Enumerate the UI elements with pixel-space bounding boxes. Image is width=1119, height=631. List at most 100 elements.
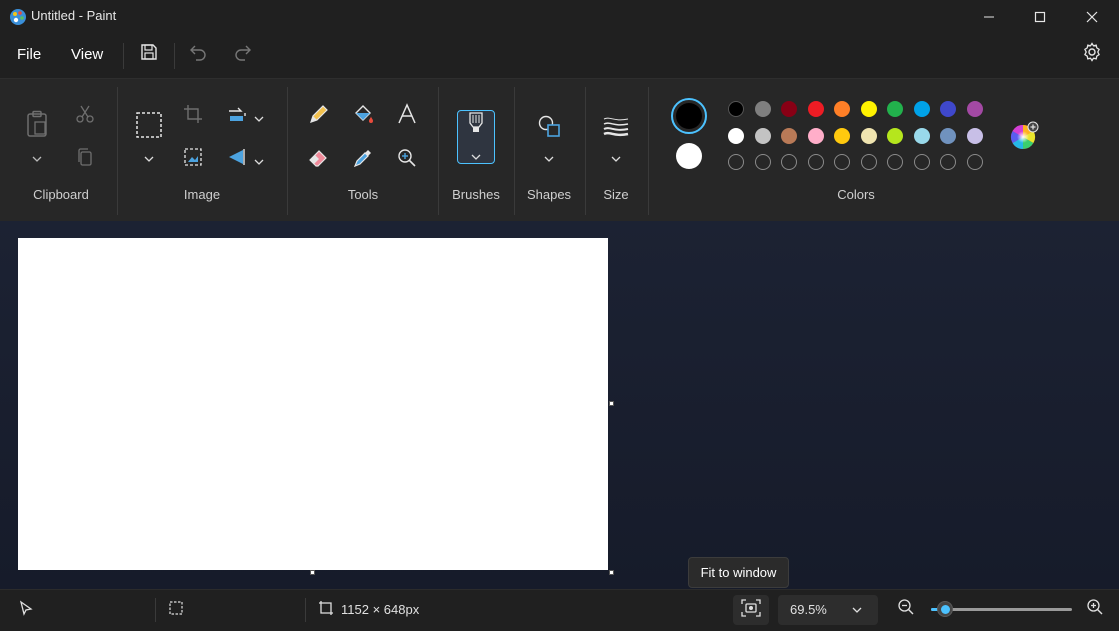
chevron-down-icon — [544, 147, 554, 166]
size-button[interactable] — [602, 115, 630, 141]
custom-color-slot[interactable] — [834, 154, 850, 170]
select-button[interactable] — [135, 112, 163, 141]
brushes-button[interactable] — [457, 110, 495, 164]
palette-swatch[interactable] — [940, 101, 956, 117]
window-title: Untitled - Paint — [31, 8, 117, 23]
ribbon-divider — [438, 87, 439, 215]
chevron-down-icon — [471, 145, 481, 164]
chevron-down-icon — [254, 150, 264, 169]
zoom-slider[interactable] — [931, 601, 1072, 617]
ribbon-divider — [648, 87, 649, 215]
size-dropdown[interactable] — [608, 148, 624, 164]
paint-palette-icon — [9, 8, 27, 26]
redo-button[interactable] — [230, 42, 254, 66]
view-menu[interactable]: View — [71, 46, 103, 63]
minimize-icon — [983, 8, 995, 27]
settings-button[interactable] — [1080, 42, 1104, 66]
shapes-dropdown[interactable] — [541, 148, 557, 164]
cut-button[interactable] — [74, 105, 96, 127]
palette-swatch[interactable] — [728, 101, 744, 117]
primary-color-button[interactable] — [671, 98, 707, 134]
crop-icon — [183, 104, 203, 128]
edit-colors-button[interactable] — [1009, 121, 1039, 153]
custom-color-slot[interactable] — [887, 154, 903, 170]
zoom-slider-thumb[interactable] — [937, 601, 954, 617]
custom-color-slot[interactable] — [781, 154, 797, 170]
copy-button[interactable] — [74, 148, 96, 170]
save-button[interactable] — [137, 42, 161, 66]
flip-button[interactable] — [226, 148, 248, 170]
custom-color-slot[interactable] — [860, 154, 877, 170]
close-button[interactable] — [1066, 0, 1118, 34]
zoom-level-dropdown[interactable]: 69.5% — [778, 595, 878, 625]
ribbon-divider — [514, 87, 515, 215]
copy-icon — [75, 147, 95, 171]
text-tool[interactable] — [395, 103, 419, 128]
file-menu[interactable]: File — [17, 46, 41, 63]
palette-swatch[interactable] — [807, 127, 824, 144]
custom-color-slot[interactable] — [940, 154, 956, 170]
palette-swatch[interactable] — [887, 127, 903, 144]
shapes-icon — [537, 114, 561, 142]
status-divider — [305, 598, 306, 622]
palette-swatch[interactable] — [913, 101, 930, 117]
flip-icon — [227, 147, 247, 171]
zoom-out-button[interactable] — [896, 599, 916, 619]
magnifier-tool[interactable] — [395, 148, 419, 172]
palette-swatch[interactable] — [834, 101, 850, 117]
pencil-tool[interactable] — [307, 104, 331, 128]
chevron-down-icon — [850, 604, 864, 616]
flip-dropdown[interactable] — [253, 153, 265, 165]
primary-color-swatch — [676, 103, 702, 129]
crop-button[interactable] — [182, 105, 204, 127]
palette-swatch[interactable] — [966, 127, 983, 144]
resize-button[interactable] — [182, 148, 204, 170]
redo-icon — [232, 42, 252, 66]
palette-swatch[interactable] — [781, 101, 797, 117]
palette-swatch[interactable] — [807, 101, 824, 117]
palette-swatch[interactable] — [860, 101, 877, 117]
group-label-size: Size — [603, 187, 629, 202]
canvas-size-indicator — [317, 601, 335, 619]
palette-swatch[interactable] — [913, 127, 930, 144]
select-dropdown[interactable] — [141, 148, 157, 164]
custom-color-slot[interactable] — [754, 154, 771, 170]
palette-swatch[interactable] — [940, 127, 956, 144]
rotate-dropdown[interactable] — [253, 110, 265, 122]
fill-tool[interactable] — [351, 104, 375, 128]
secondary-color-button[interactable] — [675, 142, 703, 170]
custom-color-slot[interactable] — [913, 154, 930, 170]
resize-handle-bottom[interactable] — [310, 570, 315, 575]
palette-swatch[interactable] — [834, 127, 850, 144]
color-picker-tool[interactable] — [351, 148, 375, 172]
undo-button[interactable] — [187, 42, 211, 66]
custom-color-slot[interactable] — [728, 154, 744, 170]
drawing-canvas[interactable] — [18, 238, 608, 570]
minimize-button[interactable] — [963, 0, 1015, 34]
palette-swatch[interactable] — [781, 127, 797, 144]
paste-dropdown[interactable] — [29, 148, 45, 164]
title-bar: Untitled - Paint — [0, 0, 1119, 34]
palette-swatch[interactable] — [887, 101, 903, 117]
palette-swatch[interactable] — [754, 127, 771, 144]
zoom-in-button[interactable] — [1085, 599, 1105, 619]
eraser-tool[interactable] — [307, 148, 331, 172]
rotate-button[interactable] — [226, 105, 248, 127]
fit-to-window-button[interactable] — [733, 595, 769, 625]
pencil-icon — [308, 103, 330, 129]
ribbon-divider — [585, 87, 586, 215]
custom-color-slot[interactable] — [966, 154, 983, 170]
shapes-button[interactable] — [536, 115, 562, 141]
resize-handle-right[interactable] — [609, 401, 614, 406]
paste-button[interactable] — [24, 110, 50, 141]
palette-swatch[interactable] — [728, 127, 744, 144]
palette-swatch[interactable] — [860, 127, 877, 144]
maximize-icon — [1034, 8, 1046, 27]
resize-image-icon — [183, 147, 203, 171]
palette-swatch[interactable] — [966, 101, 983, 117]
palette-swatch[interactable] — [754, 101, 771, 117]
menu-divider — [123, 43, 124, 69]
resize-handle-corner[interactable] — [609, 570, 614, 575]
maximize-button[interactable] — [1014, 0, 1066, 34]
custom-color-slot[interactable] — [807, 154, 824, 170]
